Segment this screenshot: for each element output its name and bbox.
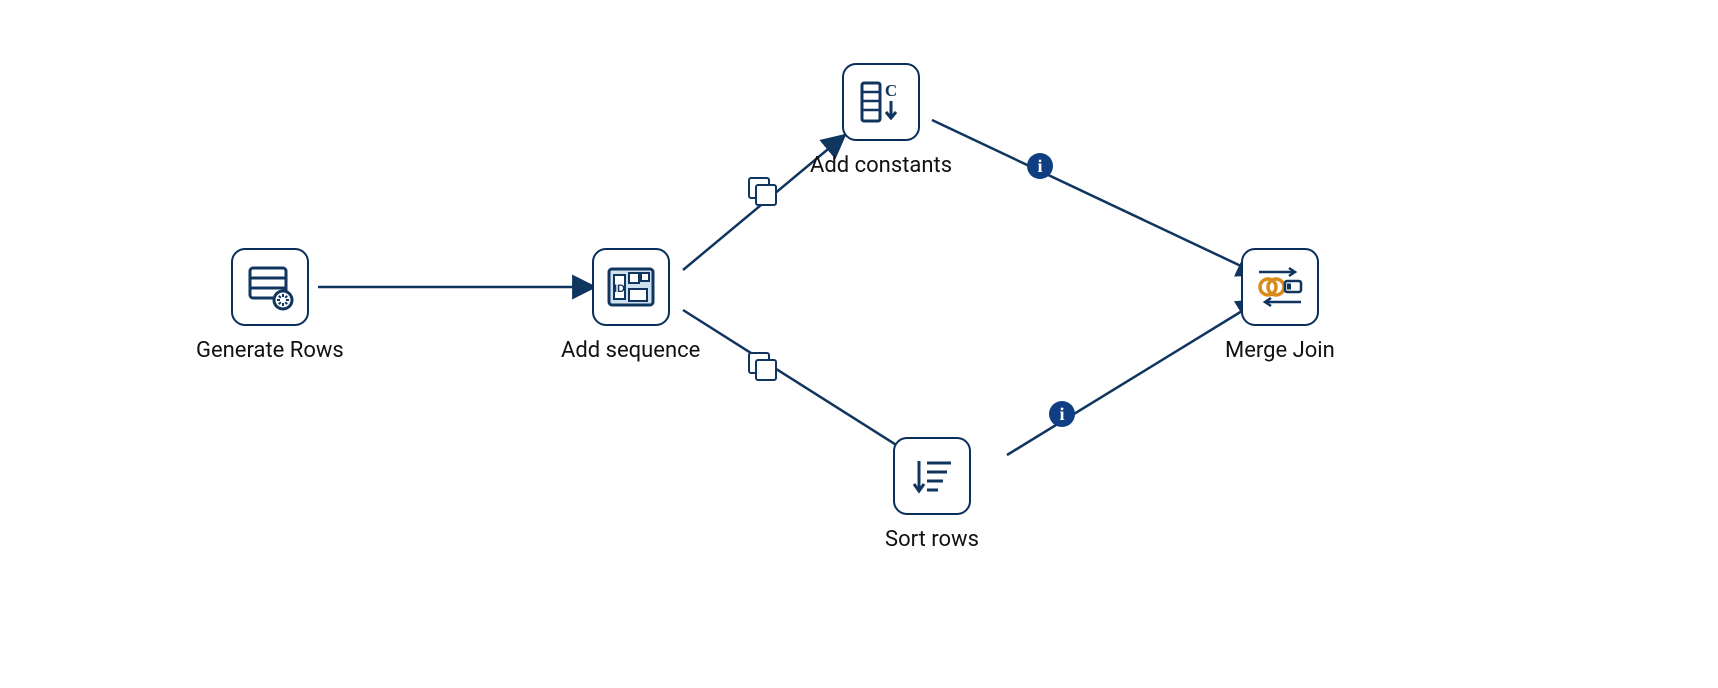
svg-text:C: C [885,81,897,100]
generate-rows-icon [245,262,295,312]
node-merge-join[interactable]: Merge Join [1225,248,1335,363]
info-badge-icon: i [1049,401,1075,427]
add-constants-icon: C [856,77,906,127]
node-label: Sort rows [885,527,979,552]
edge-constants-to-merge [932,120,1260,275]
node-generate-rows[interactable]: Generate Rows [196,248,344,363]
edge-sort-to-merge [1007,300,1260,455]
merge-join-icon [1253,260,1307,314]
node-label: Generate Rows [196,338,344,363]
node-sort-rows[interactable]: Sort rows [885,437,979,552]
copy-badge-icon [748,352,776,380]
node-label: Merge Join [1225,338,1335,363]
add-sequence-icon: ID [605,261,657,313]
node-label: Add sequence [561,338,700,363]
node-add-constants[interactable]: C Add constants [810,63,952,178]
sort-rows-icon [907,451,957,501]
svg-text:ID: ID [614,283,625,295]
node-label: Add constants [810,153,952,178]
copy-badge-icon [748,177,776,205]
info-badge-icon: i [1027,153,1053,179]
node-add-sequence[interactable]: ID Add sequence [561,248,700,363]
pipeline-canvas[interactable]: i i Generate Rows ID Add seque [0,0,1718,688]
